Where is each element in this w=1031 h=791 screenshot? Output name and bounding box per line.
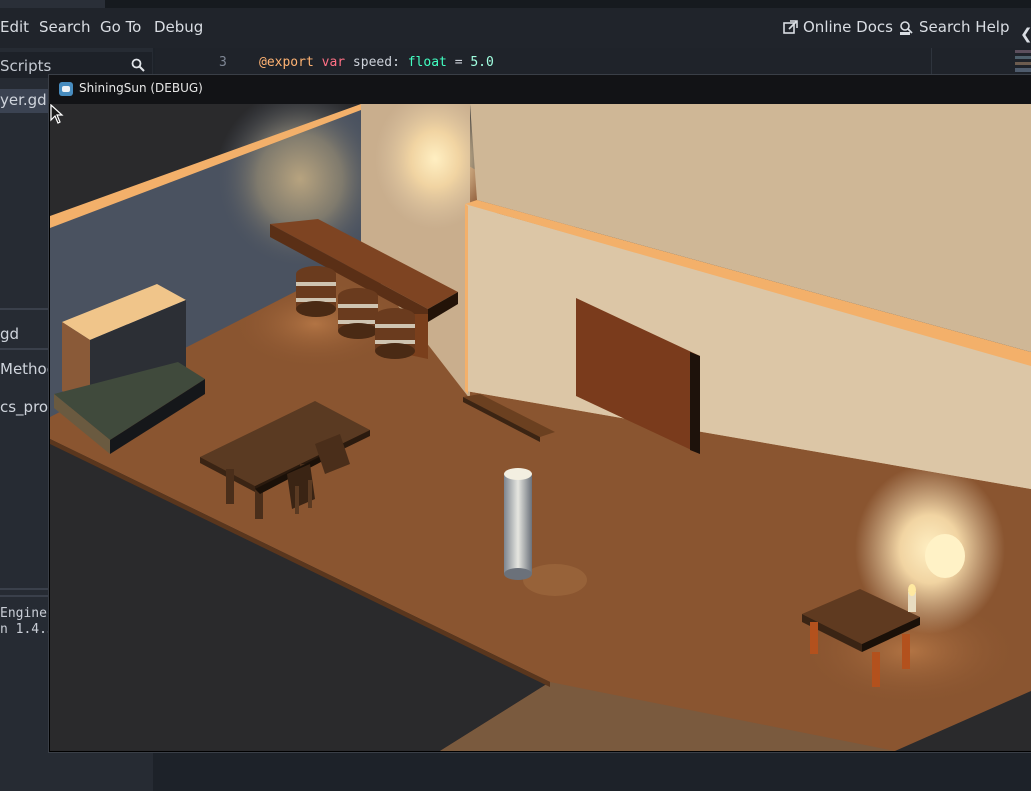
doc-search-icon (900, 21, 913, 35)
code-number: 5.0 (470, 55, 494, 70)
script-name: yer.gd (0, 91, 47, 109)
game-scene (50, 104, 1031, 751)
code-editor[interactable]: 3 @export var speed: float = 5.0 (155, 48, 1031, 78)
code-decorator: @export (259, 55, 314, 70)
menu-search[interactable]: Search (39, 18, 91, 36)
lamp-glow (925, 534, 965, 578)
line-number: 3 (219, 55, 227, 70)
editor-tab-strip (0, 0, 1031, 8)
menu-go-to[interactable]: Go To (100, 18, 141, 36)
line-length-guide (931, 48, 932, 78)
game-viewport[interactable] (50, 104, 1031, 751)
console-line: Engine (0, 606, 47, 621)
code-minimap[interactable] (1015, 50, 1031, 72)
window-titlebar[interactable]: ShiningSun (DEBUG) (49, 75, 1031, 104)
game-debug-window[interactable]: ShiningSun (DEBUG) (49, 75, 1031, 752)
collapse-chevron-icon[interactable]: ❮ (1020, 25, 1031, 45)
code-line[interactable]: @export var speed: float = 5.0 (259, 55, 494, 70)
row-label: gd (0, 325, 20, 343)
online-docs-label: Online Docs (803, 18, 893, 36)
stone-pillar (504, 468, 532, 580)
window-title: ShiningSun (DEBUG) (79, 81, 203, 95)
search-help-button[interactable]: Search Help (899, 18, 1010, 38)
online-docs-button[interactable]: Online Docs (783, 18, 893, 38)
code-type: float (407, 55, 447, 70)
pillar-shadow (523, 564, 587, 596)
godot-icon (59, 82, 73, 96)
filter-scripts-placeholder: Scripts (0, 57, 52, 75)
editor-tab[interactable] (0, 0, 105, 8)
console-line: n 1.4.3 (0, 622, 55, 637)
code-keyword: var (321, 55, 346, 70)
menu-debug[interactable]: Debug (154, 18, 203, 36)
partition-corner (465, 204, 468, 394)
external-link-icon (783, 20, 798, 34)
code-identifier: speed: (345, 55, 408, 70)
search-help-label: Search Help (919, 18, 1010, 36)
mouse-cursor-icon (50, 104, 64, 124)
row-label: cs_proc (0, 398, 57, 416)
menu-edit[interactable]: Edit (0, 18, 29, 36)
code-assign: = (446, 55, 471, 70)
menu-bar: Edit Search Go To Debug Online Docs Sear… (0, 8, 1031, 48)
painting-side (690, 352, 700, 454)
search-icon[interactable] (131, 58, 145, 72)
